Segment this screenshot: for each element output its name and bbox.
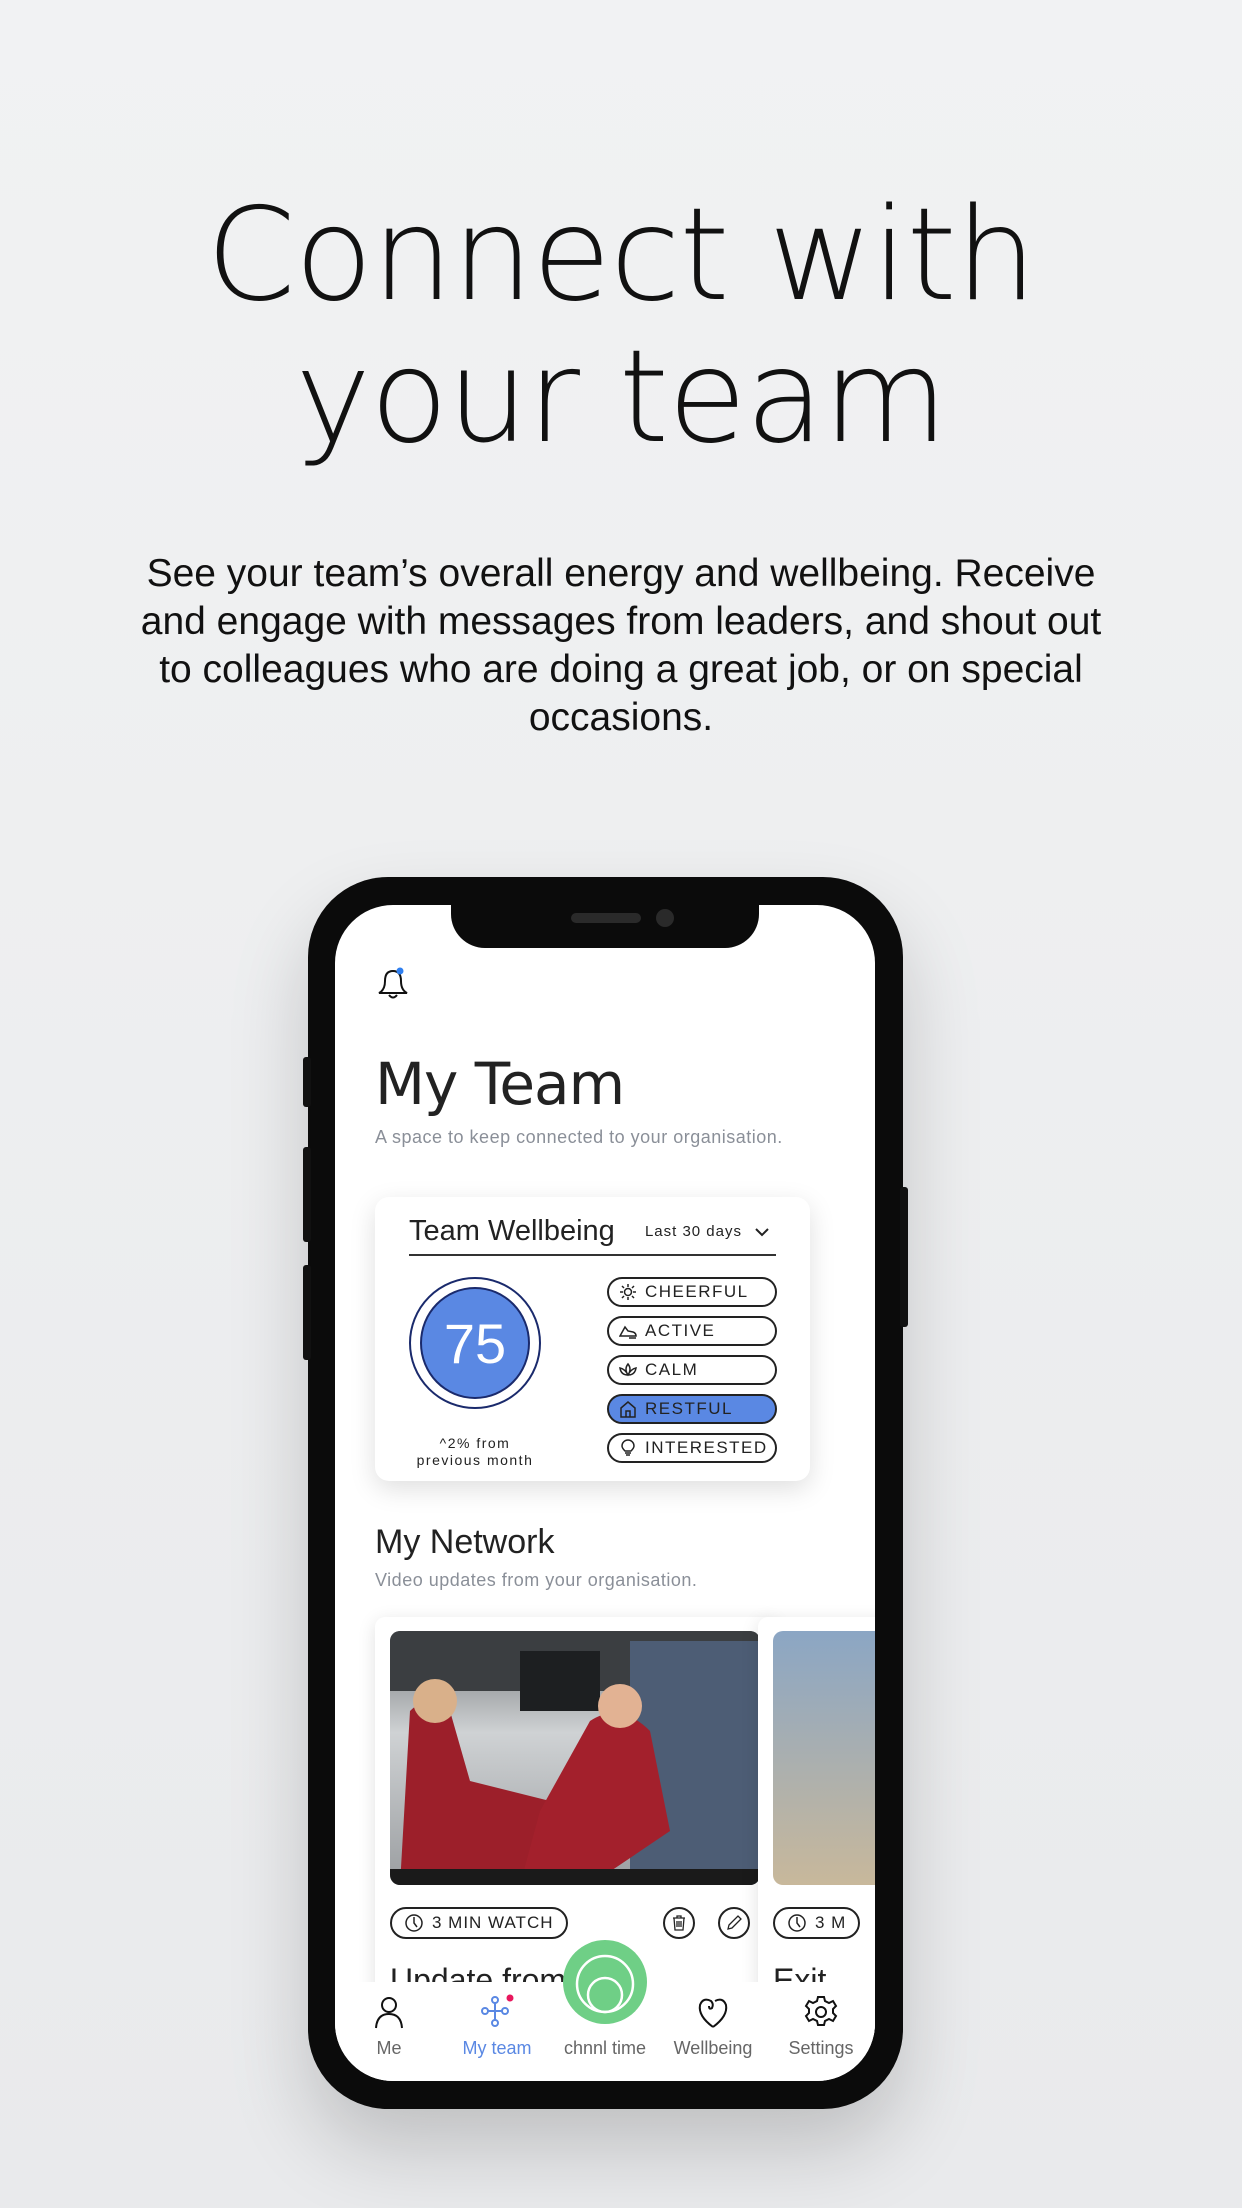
headline-line-1: Connect with xyxy=(206,181,1037,330)
person-icon xyxy=(375,1997,403,2029)
shoe-icon xyxy=(619,1325,637,1339)
headline-line-2: your team xyxy=(295,323,948,472)
mood-cheerful[interactable]: CHEERFUL xyxy=(607,1277,777,1307)
network-icon xyxy=(481,1994,514,2027)
period-dropdown[interactable]: Last 30 days xyxy=(645,1223,770,1240)
score-change: ^2% from previous month xyxy=(416,1435,534,1468)
bell-icon[interactable] xyxy=(373,963,413,1003)
tab-my-team[interactable]: My team xyxy=(443,1982,551,2081)
lotus-icon xyxy=(619,1362,637,1377)
mood-calm[interactable]: CALM xyxy=(607,1355,777,1385)
page-title: My Team xyxy=(375,1050,625,1118)
headline: Connect with your team xyxy=(0,185,1242,469)
notch xyxy=(451,905,759,948)
app-screen: My Team A space to keep connected to you… xyxy=(335,905,875,2081)
wellbeing-score: 75 xyxy=(420,1287,530,1399)
tab-me[interactable]: Me xyxy=(335,1982,443,2081)
pencil-icon xyxy=(727,1915,742,1930)
chevron-down-icon xyxy=(755,1227,769,1236)
period-label: Last 30 days xyxy=(644,1223,742,1240)
video-card[interactable]: 3 M Exit xyxy=(758,1617,875,2037)
gear-icon xyxy=(804,1996,838,2026)
sun-icon xyxy=(620,1284,636,1300)
mood-list: CHEERFUL ACTIVE CALM RESTFUL INTERESTED xyxy=(607,1277,777,1472)
video-thumbnail[interactable] xyxy=(390,1631,760,1885)
clock-icon xyxy=(788,1914,806,1932)
video-thumbnail[interactable] xyxy=(773,1631,875,1885)
phone-frame: My Team A space to keep connected to you… xyxy=(303,877,908,2109)
home-icon xyxy=(620,1401,636,1418)
tab-wellbeing[interactable]: Wellbeing xyxy=(659,1982,767,2081)
team-wellbeing-card: Team Wellbeing Last 30 days 75 ^2% from p… xyxy=(375,1197,810,1481)
card-title: Team Wellbeing xyxy=(409,1215,615,1247)
network-title: My Network xyxy=(375,1523,555,1561)
chnnl-logo-icon xyxy=(575,1954,635,2014)
edit-button[interactable] xyxy=(718,1907,750,1939)
trash-icon xyxy=(673,1915,685,1931)
mood-active[interactable]: ACTIVE xyxy=(607,1316,777,1346)
page-subtitle: A space to keep connected to your organi… xyxy=(375,1127,783,1147)
duration-badge: 3 M xyxy=(773,1907,861,1939)
lightbulb-icon xyxy=(621,1439,635,1456)
tab-settings[interactable]: Settings xyxy=(767,1982,875,2081)
clock-icon xyxy=(405,1914,423,1932)
heart-icon xyxy=(698,1998,728,2028)
delete-button[interactable] xyxy=(663,1907,695,1939)
divider xyxy=(409,1254,776,1256)
duration-badge: 3 MIN WATCH xyxy=(390,1907,568,1939)
mood-restful[interactable]: RESTFUL xyxy=(607,1394,777,1424)
mood-interested[interactable]: INTERESTED xyxy=(607,1433,777,1463)
network-subtitle: Video updates from your organisation. xyxy=(375,1570,698,1590)
chnnl-time-button[interactable] xyxy=(563,1940,647,2024)
description: See your team’s overall energy and wellb… xyxy=(140,552,1102,739)
